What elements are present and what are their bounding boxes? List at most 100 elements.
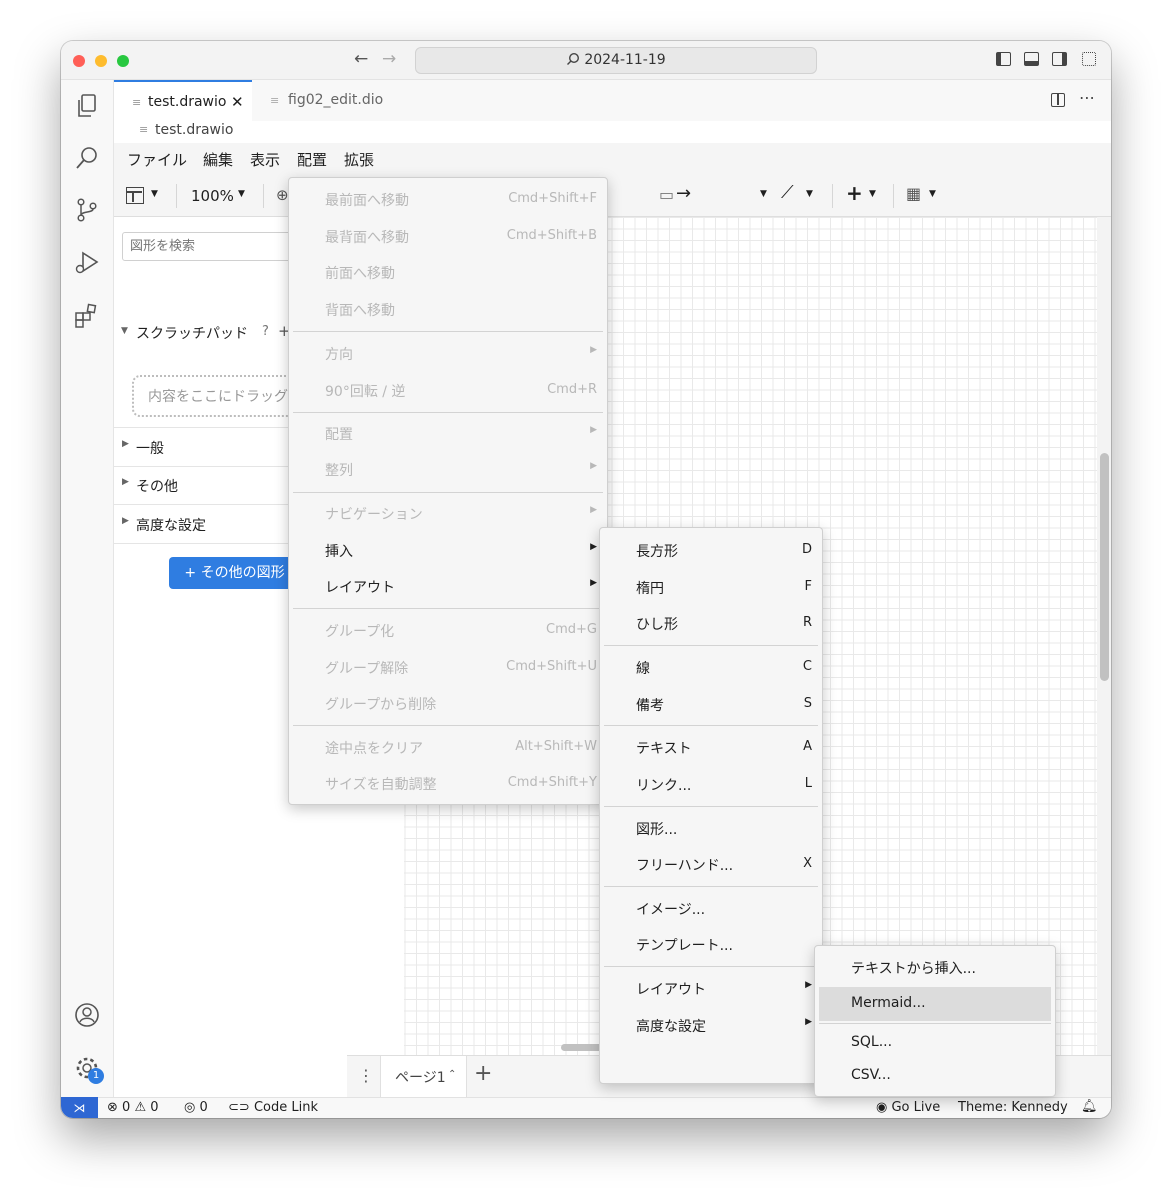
- menu-item-rectangle[interactable]: 長方形 D: [600, 535, 822, 565]
- link-icon: ⊂⊃: [228, 1100, 250, 1115]
- menu-extras[interactable]: 拡張: [344, 149, 374, 170]
- menu-item-note[interactable]: 備考 S: [600, 689, 822, 719]
- chevron-up-icon[interactable]: ⌃: [448, 1069, 456, 1080]
- chevron-down-icon[interactable]: ▼: [151, 189, 158, 199]
- maximize-window-button[interactable]: [117, 55, 129, 67]
- menu-item-advanced[interactable]: 高度な設定 ▶: [600, 1010, 822, 1040]
- accounts-icon[interactable]: [74, 1002, 100, 1028]
- minimize-window-button[interactable]: [95, 55, 107, 67]
- menu-item-template[interactable]: テンプレート...: [600, 929, 822, 959]
- explorer-icon[interactable]: [74, 93, 100, 119]
- zoom-in-icon[interactable]: ⊕: [276, 186, 289, 204]
- chevron-down-icon[interactable]: ▼: [238, 189, 245, 199]
- vertical-scrollbar[interactable]: [1100, 453, 1109, 681]
- extensions-icon[interactable]: [74, 303, 100, 329]
- menu-arrange[interactable]: 配置: [297, 149, 327, 170]
- error-count: 0: [122, 1100, 131, 1115]
- remote-indicator-icon[interactable]: ⋊: [61, 1097, 98, 1118]
- problems-indicator[interactable]: ⊗ 0 ⚠ 0: [107, 1100, 159, 1115]
- go-live-button[interactable]: ◉ Go Live: [876, 1100, 940, 1115]
- chevron-right-icon: ▶: [122, 439, 129, 449]
- menu-item-distribute[interactable]: 整列 ▶: [289, 454, 607, 484]
- chevron-down-icon[interactable]: ▼: [806, 189, 813, 199]
- title-bar: ← → 2024-11-19: [61, 41, 1111, 80]
- menu-item-send-backward[interactable]: 背面へ移動: [289, 294, 607, 324]
- theme-label[interactable]: Theme: Kennedy: [958, 1100, 1068, 1115]
- toggle-panel-icon[interactable]: [1024, 52, 1039, 66]
- menu-item-mermaid[interactable]: Mermaid...: [819, 987, 1051, 1021]
- settings-badge: 1: [88, 1068, 104, 1084]
- chevron-right-icon: ▶: [590, 461, 597, 471]
- menu-item-direction[interactable]: 方向 ▶: [289, 338, 607, 368]
- chevron-down-icon[interactable]: ▼: [760, 189, 767, 199]
- menu-item-remove-from-group[interactable]: グループから削除: [289, 688, 607, 718]
- menu-item-align[interactable]: 配置 ▶: [289, 418, 607, 448]
- menu-item-shapes[interactable]: 図形...: [600, 813, 822, 843]
- menu-item-ellipse[interactable]: 楕円 F: [600, 572, 822, 602]
- close-tab-icon[interactable]: ✕: [231, 82, 244, 123]
- warning-count: 0: [150, 1100, 159, 1115]
- search-icon[interactable]: [74, 145, 100, 171]
- menu-item-csv[interactable]: CSV...: [815, 1061, 1055, 1091]
- menu-item-navigation[interactable]: ナビゲーション ▶: [289, 498, 607, 528]
- breadcrumb-file[interactable]: test.drawio: [155, 122, 233, 138]
- menu-item-layout[interactable]: レイアウト ▶: [289, 571, 607, 601]
- menu-item-ungroup[interactable]: グループ解除 Cmd+Shift+U: [289, 652, 607, 682]
- menu-item-insert-layout[interactable]: レイアウト ▶: [600, 973, 822, 1003]
- toggle-secondary-sidebar-icon[interactable]: [1052, 52, 1067, 66]
- menu-item-rhombus[interactable]: ひし形 R: [600, 608, 822, 638]
- shadow-icon[interactable]: ▭: [659, 185, 674, 204]
- menu-item-freehand[interactable]: フリーハンド... X: [600, 849, 822, 879]
- code-link-indicator[interactable]: ⊂⊃ Code Link: [228, 1100, 318, 1115]
- insert-plus-icon[interactable]: +: [846, 181, 863, 205]
- menu-item-group[interactable]: グループ化 Cmd+G: [289, 615, 607, 645]
- chevron-down-icon[interactable]: ▼: [929, 189, 936, 199]
- menu-item-insert-from-text[interactable]: テキストから挿入...: [815, 952, 1055, 982]
- customize-layout-icon[interactable]: [1082, 52, 1096, 66]
- command-center-search[interactable]: 2024-11-19: [415, 47, 817, 74]
- more-actions-icon[interactable]: ⋯: [1079, 88, 1095, 107]
- arrow-right-icon[interactable]: →: [382, 49, 396, 69]
- arrow-left-icon[interactable]: ←: [354, 49, 368, 69]
- menu-item-text[interactable]: テキスト A: [600, 732, 822, 762]
- pages-menu-icon[interactable]: ⋮: [358, 1066, 374, 1085]
- menu-item-autosize[interactable]: サイズを自動調整 Cmd+Shift+Y: [289, 768, 607, 798]
- menu-item-clear-waypoints[interactable]: 途中点をクリア Alt+Shift+W: [289, 732, 607, 762]
- shape-search-input[interactable]: [122, 232, 302, 261]
- menu-edit[interactable]: 編集: [203, 149, 233, 170]
- table-icon[interactable]: ▦: [906, 184, 921, 203]
- menu-item-send-to-back[interactable]: 最背面へ移動 Cmd+Shift+B: [289, 221, 607, 251]
- file-icon: ≡: [132, 96, 142, 109]
- tab-fig02-edit[interactable]: ≡ fig02_edit.dio: [252, 80, 411, 121]
- connection-arrow-icon[interactable]: →: [676, 183, 691, 204]
- close-window-button[interactable]: [73, 55, 85, 67]
- tab-page-1[interactable]: ページ1 ⌃: [380, 1056, 467, 1097]
- menu-item-rotate[interactable]: 90°回転 / 逆 Cmd+R: [289, 375, 607, 405]
- ports-indicator[interactable]: ◎ 0: [184, 1100, 208, 1115]
- menu-item-image[interactable]: イメージ...: [600, 893, 822, 923]
- add-page-icon[interactable]: +: [474, 1061, 492, 1086]
- zoom-level[interactable]: 100%: [191, 187, 234, 205]
- menu-item-bring-forward[interactable]: 前面へ移動: [289, 257, 607, 287]
- tab-test-drawio[interactable]: ≡ test.drawio ✕: [114, 80, 252, 121]
- waypoints-icon[interactable]: ⟋: [781, 182, 794, 203]
- menu-file[interactable]: ファイル: [127, 149, 187, 170]
- more-shapes-button[interactable]: + その他の図形: [169, 557, 300, 589]
- split-editor-icon[interactable]: [1051, 93, 1065, 107]
- menu-separator: [293, 725, 603, 726]
- menu-item-link[interactable]: リンク... L: [600, 769, 822, 799]
- menu-item-line[interactable]: 線C: [600, 652, 822, 682]
- menu-view[interactable]: 表示: [250, 149, 280, 170]
- run-debug-icon[interactable]: [74, 250, 100, 276]
- toolbar-divider: [832, 184, 833, 208]
- view-panels-icon[interactable]: [126, 187, 144, 204]
- source-control-icon[interactable]: [74, 197, 100, 223]
- help-icon[interactable]: ?: [262, 324, 269, 339]
- notifications-bell-icon[interactable]: 🔔︎: [1081, 1099, 1098, 1114]
- section-label: 高度な設定: [136, 518, 206, 534]
- chevron-down-icon[interactable]: ▼: [869, 189, 876, 199]
- menu-item-insert[interactable]: 挿入 ▶: [289, 535, 607, 565]
- menu-item-bring-to-front[interactable]: 最前面へ移動 Cmd+Shift+F: [289, 184, 607, 214]
- menu-item-sql[interactable]: SQL...: [815, 1028, 1055, 1058]
- toggle-sidebar-icon[interactable]: [996, 52, 1011, 66]
